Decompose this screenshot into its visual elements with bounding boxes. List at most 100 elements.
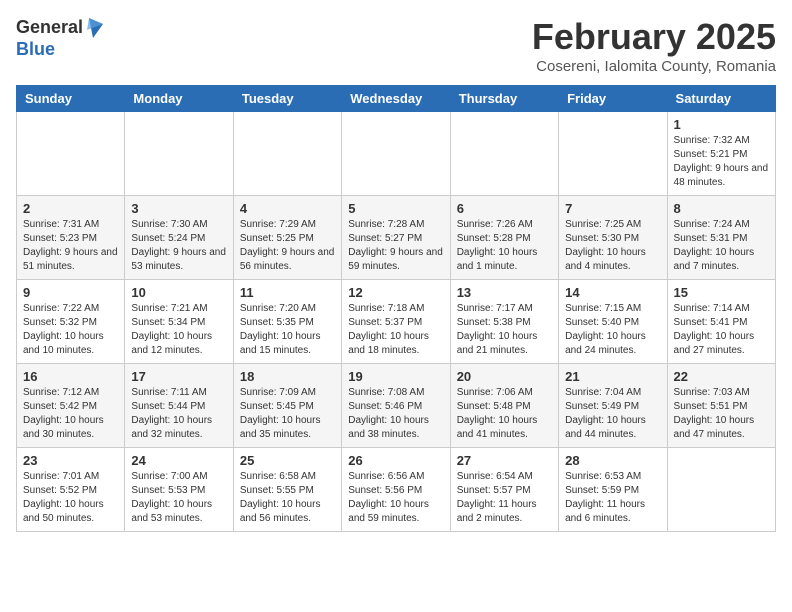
day-number: 14 [565,285,660,300]
logo-icon [85,16,105,40]
day-info: Sunrise: 7:00 AM Sunset: 5:53 PM Dayligh… [131,470,226,526]
day-number: 27 [457,453,552,468]
weekday-header: Sunday [17,86,125,112]
day-number: 15 [674,285,769,300]
day-number: 11 [240,285,335,300]
day-info: Sunrise: 7:15 AM Sunset: 5:40 PM Dayligh… [565,302,660,358]
day-info: Sunrise: 7:28 AM Sunset: 5:27 PM Dayligh… [348,218,443,274]
calendar-day-cell [233,112,341,196]
day-info: Sunrise: 7:09 AM Sunset: 5:45 PM Dayligh… [240,386,335,442]
calendar-day-cell: 11 Sunrise: 7:20 AM Sunset: 5:35 PM Dayli… [233,280,341,364]
day-number: 17 [131,369,226,384]
day-info: Sunrise: 6:54 AM Sunset: 5:57 PM Dayligh… [457,470,552,526]
day-info: Sunrise: 6:53 AM Sunset: 5:59 PM Dayligh… [565,470,660,526]
day-info: Sunrise: 7:14 AM Sunset: 5:41 PM Dayligh… [674,302,769,358]
calendar-week-row: 16 Sunrise: 7:12 AM Sunset: 5:42 PM Dayli… [17,364,776,448]
day-info: Sunrise: 7:06 AM Sunset: 5:48 PM Dayligh… [457,386,552,442]
day-info: Sunrise: 7:21 AM Sunset: 5:34 PM Dayligh… [131,302,226,358]
calendar-day-cell [450,112,558,196]
day-info: Sunrise: 7:30 AM Sunset: 5:24 PM Dayligh… [131,218,226,274]
calendar-day-cell: 1Sunrise: 7:32 AM Sunset: 5:21 PM Daylig… [667,112,775,196]
day-info: Sunrise: 6:58 AM Sunset: 5:55 PM Dayligh… [240,470,335,526]
weekday-header: Friday [559,86,667,112]
logo: General Blue [16,16,105,60]
day-number: 2 [23,201,118,216]
calendar-day-cell: 17 Sunrise: 7:11 AM Sunset: 5:44 PM Dayli… [125,364,233,448]
day-number: 21 [565,369,660,384]
day-number: 1 [674,117,769,132]
calendar-day-cell: 9Sunrise: 7:22 AM Sunset: 5:32 PM Daylig… [17,280,125,364]
day-number: 26 [348,453,443,468]
day-number: 25 [240,453,335,468]
calendar-day-cell: 14 Sunrise: 7:15 AM Sunset: 5:40 PM Dayli… [559,280,667,364]
weekday-header: Monday [125,86,233,112]
calendar-table: SundayMondayTuesdayWednesdayThursdayFrid… [16,85,776,532]
day-number: 12 [348,285,443,300]
calendar-day-cell: 19 Sunrise: 7:08 AM Sunset: 5:46 PM Dayli… [342,364,450,448]
calendar-header-row: SundayMondayTuesdayWednesdayThursdayFrid… [17,86,776,112]
calendar-day-cell: 25 Sunrise: 6:58 AM Sunset: 5:55 PM Dayli… [233,448,341,532]
day-info: Sunrise: 7:01 AM Sunset: 5:52 PM Dayligh… [23,470,118,526]
calendar-day-cell [559,112,667,196]
day-number: 5 [348,201,443,216]
calendar-week-row: 2 Sunrise: 7:31 AM Sunset: 5:23 PM Daylig… [17,196,776,280]
calendar-day-cell: 22 Sunrise: 7:03 AM Sunset: 5:51 PM Dayli… [667,364,775,448]
weekday-header: Wednesday [342,86,450,112]
calendar-day-cell: 8Sunrise: 7:24 AM Sunset: 5:31 PM Daylig… [667,196,775,280]
calendar-day-cell: 4 Sunrise: 7:29 AM Sunset: 5:25 PM Daylig… [233,196,341,280]
month-title: February 2025 [532,16,776,58]
day-info: Sunrise: 7:22 AM Sunset: 5:32 PM Dayligh… [23,302,118,358]
calendar-day-cell: 20Sunrise: 7:06 AM Sunset: 5:48 PM Dayli… [450,364,558,448]
calendar-day-cell [17,112,125,196]
calendar-day-cell: 26 Sunrise: 6:56 AM Sunset: 5:56 PM Dayli… [342,448,450,532]
calendar-day-cell: 27 Sunrise: 6:54 AM Sunset: 5:57 PM Dayli… [450,448,558,532]
day-number: 10 [131,285,226,300]
day-info: Sunrise: 7:11 AM Sunset: 5:44 PM Dayligh… [131,386,226,442]
logo-blue-text: Blue [16,40,105,60]
day-info: Sunrise: 7:08 AM Sunset: 5:46 PM Dayligh… [348,386,443,442]
day-number: 23 [23,453,118,468]
title-block: February 2025 Cosereni, Ialomita County,… [532,16,776,75]
calendar-day-cell: 15 Sunrise: 7:14 AM Sunset: 5:41 PM Dayli… [667,280,775,364]
day-number: 22 [674,369,769,384]
day-info: Sunrise: 7:12 AM Sunset: 5:42 PM Dayligh… [23,386,118,442]
weekday-header: Tuesday [233,86,341,112]
day-number: 6 [457,201,552,216]
calendar-day-cell: 5 Sunrise: 7:28 AM Sunset: 5:27 PM Daylig… [342,196,450,280]
calendar-day-cell: 3 Sunrise: 7:30 AM Sunset: 5:24 PM Daylig… [125,196,233,280]
day-number: 3 [131,201,226,216]
day-number: 13 [457,285,552,300]
calendar-day-cell: 12Sunrise: 7:18 AM Sunset: 5:37 PM Dayli… [342,280,450,364]
weekday-header: Saturday [667,86,775,112]
calendar-day-cell: 18 Sunrise: 7:09 AM Sunset: 5:45 PM Dayli… [233,364,341,448]
day-number: 28 [565,453,660,468]
day-number: 7 [565,201,660,216]
calendar-day-cell: 23 Sunrise: 7:01 AM Sunset: 5:52 PM Dayli… [17,448,125,532]
day-info: Sunrise: 7:24 AM Sunset: 5:31 PM Dayligh… [674,218,769,274]
day-info: Sunrise: 7:20 AM Sunset: 5:35 PM Dayligh… [240,302,335,358]
page-header: General Blue February 2025 Cosereni, Ial… [16,16,776,75]
calendar-day-cell [667,448,775,532]
day-number: 19 [348,369,443,384]
day-info: Sunrise: 7:29 AM Sunset: 5:25 PM Dayligh… [240,218,335,274]
calendar-day-cell: 13 Sunrise: 7:17 AM Sunset: 5:38 PM Dayli… [450,280,558,364]
day-info: Sunrise: 7:25 AM Sunset: 5:30 PM Dayligh… [565,218,660,274]
day-info: Sunrise: 7:17 AM Sunset: 5:38 PM Dayligh… [457,302,552,358]
day-number: 18 [240,369,335,384]
calendar-day-cell: 10 Sunrise: 7:21 AM Sunset: 5:34 PM Dayli… [125,280,233,364]
day-number: 24 [131,453,226,468]
day-info: Sunrise: 6:56 AM Sunset: 5:56 PM Dayligh… [348,470,443,526]
day-number: 16 [23,369,118,384]
calendar-week-row: 23 Sunrise: 7:01 AM Sunset: 5:52 PM Dayli… [17,448,776,532]
calendar-day-cell: 21 Sunrise: 7:04 AM Sunset: 5:49 PM Dayli… [559,364,667,448]
day-number: 4 [240,201,335,216]
day-info: Sunrise: 7:26 AM Sunset: 5:28 PM Dayligh… [457,218,552,274]
calendar-day-cell: 7 Sunrise: 7:25 AM Sunset: 5:30 PM Daylig… [559,196,667,280]
day-info: Sunrise: 7:03 AM Sunset: 5:51 PM Dayligh… [674,386,769,442]
calendar-day-cell: 24 Sunrise: 7:00 AM Sunset: 5:53 PM Dayli… [125,448,233,532]
calendar-week-row: 1Sunrise: 7:32 AM Sunset: 5:21 PM Daylig… [17,112,776,196]
day-info: Sunrise: 7:31 AM Sunset: 5:23 PM Dayligh… [23,218,118,274]
logo-general-text: General [16,18,83,38]
day-info: Sunrise: 7:04 AM Sunset: 5:49 PM Dayligh… [565,386,660,442]
calendar-day-cell [342,112,450,196]
